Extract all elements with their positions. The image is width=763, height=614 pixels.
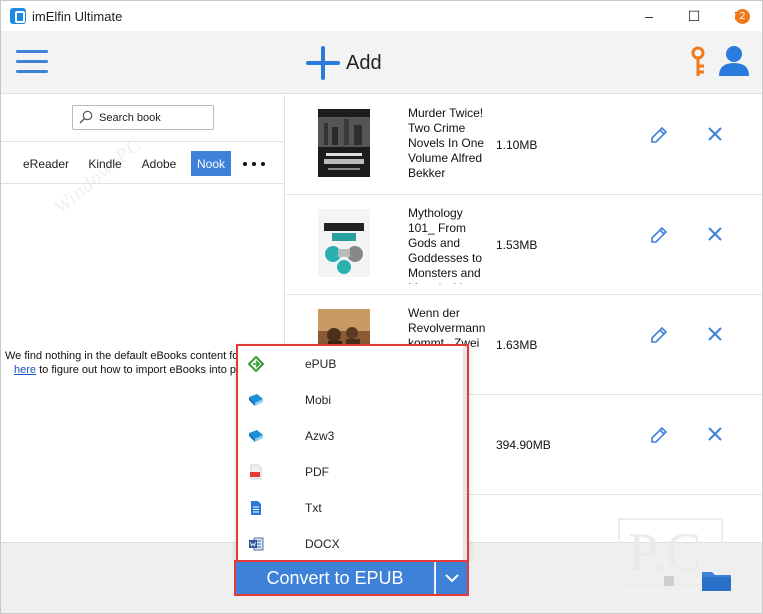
- add-book-button[interactable]: Add: [306, 43, 382, 83]
- title-bar: imElfin Ultimate – ☐ ✕: [1, 1, 762, 31]
- book-row[interactable]: Mythology 101_ From Gods and Goddesses t…: [286, 195, 762, 295]
- menu-item-mobi[interactable]: Mobi: [238, 382, 467, 418]
- app-window: imElfin Ultimate – ☐ ✕ Add 2 WindowsPC: [0, 0, 763, 614]
- word-file-icon: [249, 537, 264, 551]
- status-square: [664, 576, 674, 586]
- edit-pencil-icon[interactable]: [649, 225, 669, 245]
- book-size: 1.10MB: [496, 138, 538, 152]
- divider: [1, 141, 285, 142]
- murder-twice-cover: [318, 109, 370, 177]
- menu-hamburger-icon[interactable]: [16, 50, 48, 74]
- delete-x-icon[interactable]: [707, 126, 723, 142]
- convert-button-group: Convert to EPUB: [234, 560, 469, 596]
- menu-label: Mobi: [305, 393, 332, 407]
- help-link[interactable]: here: [14, 364, 36, 376]
- key-icon[interactable]: [687, 46, 709, 78]
- book-title: Murder Twice! Two Crime Novels In One Vo…: [408, 106, 485, 180]
- notification-badge: 2: [735, 9, 750, 24]
- chevron-down-icon: [444, 574, 459, 583]
- menu-label: Azw3: [305, 429, 335, 443]
- epub-icon: [248, 356, 264, 372]
- minimize-button[interactable]: –: [626, 1, 672, 31]
- delete-x-icon[interactable]: [707, 226, 723, 242]
- search-input[interactable]: Search book: [72, 105, 214, 130]
- delete-x-icon[interactable]: [707, 426, 723, 442]
- menu-item-epub[interactable]: ePUB: [238, 346, 467, 382]
- empty-message-line2: to figure out how to import eBooks into …: [39, 364, 236, 376]
- book-row[interactable]: Murder Twice! Two Crime Novels In One Vo…: [286, 95, 762, 195]
- plus-icon: [306, 46, 340, 80]
- search-placeholder: Search book: [99, 112, 161, 124]
- book-size: 1.63MB: [496, 338, 538, 352]
- edit-pencil-icon[interactable]: [649, 125, 669, 145]
- app-logo-icon: [10, 8, 26, 24]
- maximize-button[interactable]: ☐: [671, 1, 717, 31]
- book-title: Mythology 101_ From Gods and Goddesses t…: [408, 206, 484, 284]
- format-dropdown-toggle[interactable]: [435, 562, 467, 594]
- menu-item-azw3[interactable]: Azw3: [238, 418, 467, 454]
- book-size: 1.53MB: [496, 238, 538, 252]
- menu-scrollbar[interactable]: [463, 346, 467, 560]
- tab-adobe[interactable]: Adobe: [135, 151, 183, 176]
- menu-label: PDF: [305, 465, 329, 479]
- book-size: 394.90MB: [496, 438, 551, 452]
- convert-format-menu: ePUB Mobi Azw3 PDF Txt DOCX: [236, 344, 469, 560]
- tab-nook[interactable]: Nook: [191, 151, 231, 176]
- main-toolbar: Add: [1, 31, 762, 94]
- menu-item-pdf[interactable]: PDF: [238, 454, 467, 490]
- more-options-icon[interactable]: [243, 151, 265, 176]
- open-folder-icon[interactable]: [701, 568, 732, 592]
- divider: [1, 183, 285, 184]
- window-title: imElfin Ultimate: [32, 9, 123, 24]
- txt-file-icon: [251, 501, 261, 515]
- source-tabs: eReader Kindle Adobe Nook: [1, 151, 285, 177]
- mythology-cover: [318, 209, 370, 277]
- search-icon: [79, 110, 93, 124]
- user-account-icon[interactable]: [717, 43, 751, 77]
- delete-x-icon[interactable]: [707, 326, 723, 342]
- pdf-file-icon: [250, 464, 262, 480]
- menu-item-docx[interactable]: DOCX: [238, 526, 467, 562]
- edit-pencil-icon[interactable]: [649, 425, 669, 445]
- convert-button[interactable]: Convert to EPUB: [236, 562, 434, 594]
- tab-ereader[interactable]: eReader: [17, 151, 75, 176]
- menu-item-txt[interactable]: Txt: [238, 490, 467, 526]
- menu-label: DOCX: [305, 537, 340, 551]
- edit-pencil-icon[interactable]: [649, 325, 669, 345]
- menu-label: ePUB: [305, 357, 337, 371]
- azw3-book-icon: [249, 430, 263, 442]
- mobi-book-icon: [249, 394, 263, 406]
- add-label: Add: [346, 51, 382, 74]
- tab-kindle[interactable]: Kindle: [83, 151, 127, 176]
- menu-label: Txt: [305, 501, 322, 515]
